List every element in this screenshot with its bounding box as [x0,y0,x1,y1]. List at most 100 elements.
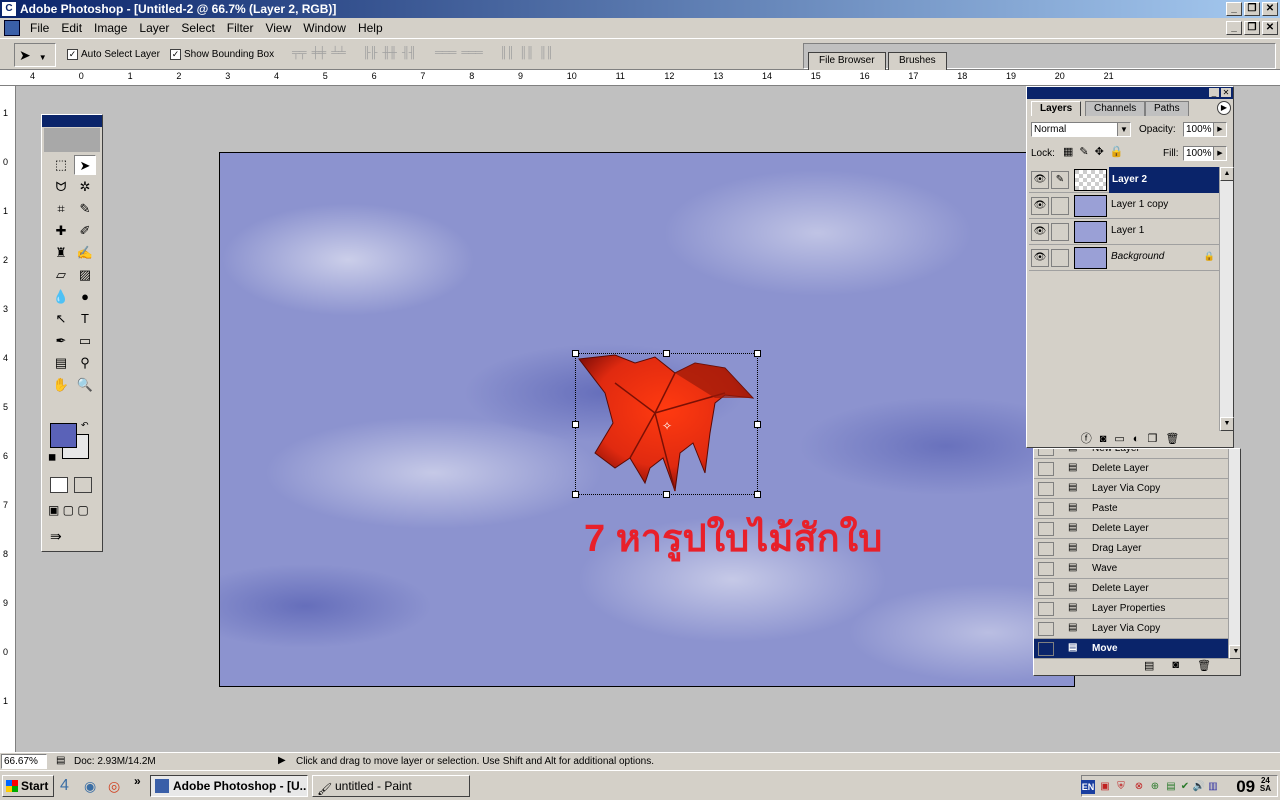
menu-file[interactable]: File [24,21,55,35]
opacity-field[interactable]: 100% ▶ [1183,122,1227,137]
lock-all-icon[interactable]: 🔒 [1110,145,1124,158]
lock-position-icon[interactable]: ✥ [1095,145,1104,158]
clone-stamp-tool-icon[interactable]: ♜ [50,243,72,263]
new-snapshot-icon[interactable]: ◙ [1172,659,1179,675]
history-snapshot-cell[interactable] [1038,482,1054,496]
menu-select[interactable]: Select [175,21,220,35]
history-snapshot-cell[interactable] [1038,562,1054,576]
visibility-eye-icon[interactable]: 👁 [1031,223,1049,241]
menu-filter[interactable]: Filter [221,21,260,35]
visibility-eye-icon[interactable]: 👁 [1031,197,1049,215]
quicklaunch-icon[interactable]: 4 [60,777,69,795]
restore-button[interactable]: ❐ [1244,2,1260,16]
history-state-row[interactable]: ▤ Move [1034,639,1228,659]
display-icon[interactable]: ▥ [1206,780,1220,794]
safe-remove-icon[interactable]: ✔ [1178,780,1192,794]
shape-tool-icon[interactable]: ▭ [74,331,96,351]
history-snapshot-cell[interactable] [1038,462,1054,476]
update-icon[interactable]: ⊕ [1148,780,1162,794]
fill-field[interactable]: 100% ▶ [1183,146,1227,161]
more-icon[interactable]: » [134,774,141,788]
new-layer-icon[interactable]: ❐ [1147,431,1157,447]
screen-mode-icons[interactable]: ▣ ▢ ▢ [48,503,89,517]
history-brush-tool-icon[interactable]: ✍ [74,243,96,263]
menu-edit[interactable]: Edit [55,21,88,35]
history-state-row[interactable]: ▤ Layer Properties [1034,599,1228,619]
history-snapshot-cell[interactable] [1038,602,1054,616]
align-right-icon[interactable]: ╢╢ [402,47,417,59]
history-snapshot-cell[interactable] [1038,642,1054,656]
quick-mask-mode-icon[interactable] [74,477,92,493]
palette-well-tab-file-browser[interactable]: File Browser [808,52,886,70]
history-state-row[interactable]: ▤ Paste [1034,499,1228,519]
handle-bottom-center[interactable] [663,491,670,498]
align-bottom-icon[interactable]: ╧╧ [331,47,346,59]
delete-layer-icon[interactable]: 🗑 [1165,431,1179,447]
marquee-tool-icon[interactable]: ⬚ [50,155,72,175]
handle-middle-right[interactable] [754,421,761,428]
type-tool-icon[interactable]: T [74,309,96,329]
distribute-vcenter-icon[interactable]: ═══ [461,47,482,59]
connection-icon[interactable]: ▤ [1164,780,1178,794]
tab-channels[interactable]: Channels [1085,101,1146,116]
layers-palette-title-bar[interactable]: _ ✕ [1027,87,1233,99]
layer-row-background[interactable]: 👁 Background 🔒 [1029,245,1219,271]
minimize-button[interactable]: _ [1226,2,1242,16]
reference-point-icon[interactable]: ✧ [662,419,672,433]
menu-help[interactable]: Help [352,21,389,35]
slice-tool-icon[interactable]: ✎ [74,199,96,219]
taskbar-button-paint[interactable]: 🖌 untitled - Paint [312,775,470,797]
history-state-row[interactable]: ▤ Delete Layer [1034,579,1228,599]
history-snapshot-cell[interactable] [1038,449,1054,456]
link-cell[interactable] [1051,249,1069,267]
align-left-icon[interactable]: ╟╟ [363,47,378,59]
new-document-from-state-icon[interactable]: ▤ [1144,659,1154,675]
zoom-level-field[interactable]: 66.67% [1,754,47,769]
blur-tool-icon[interactable]: 💧 [50,287,72,307]
scroll-down-arrow-icon[interactable]: ▼ [1220,417,1234,431]
handle-top-right[interactable] [754,350,761,357]
brush-tool-icon[interactable]: ✐ [74,221,96,241]
palette-close-button[interactable]: ✕ [1221,88,1231,97]
notes-tool-icon[interactable]: ▤ [50,353,72,373]
status-menu-arrow-icon[interactable]: ▶ [278,755,286,766]
history-state-row[interactable]: ▤ Layer Via Copy [1034,619,1228,639]
doc-size-info[interactable]: Doc: 2.93M/14.2M [74,756,156,767]
pen-tool-icon[interactable]: ✒ [50,331,72,351]
history-state-row[interactable]: ▤ Layer Via Copy [1034,479,1228,499]
blend-mode-select[interactable]: Normal ▼ [1031,122,1131,137]
distribute-right-icon[interactable]: ║║ [539,47,554,59]
distribute-left-icon[interactable]: ║║ [500,47,515,59]
doc-minimize-button[interactable]: _ [1226,21,1242,35]
new-group-icon[interactable]: ▭ [1114,431,1124,447]
add-layer-style-icon[interactable]: ⓕ [1081,431,1092,447]
menu-window[interactable]: Window [297,21,352,35]
doc-restore-button[interactable]: ❐ [1244,21,1260,35]
brush-edit-icon[interactable]: ✎ [1051,171,1069,189]
clock[interactable]: 09 24 SA [1236,777,1271,797]
path-selection-tool-icon[interactable]: ↖ [50,309,72,329]
jump-to-imageready-icon[interactable]: ⇛ [50,528,62,545]
volume-icon[interactable]: 🔊 [1192,780,1206,794]
history-state-row[interactable]: ▤ Drag Layer [1034,539,1228,559]
palette-menu-icon[interactable]: ▶ [1217,101,1231,115]
doc-close-button[interactable]: ✕ [1262,21,1278,35]
handle-middle-left[interactable] [572,421,579,428]
handle-bottom-left[interactable] [572,491,579,498]
network-icon[interactable]: ▣ [1098,780,1112,794]
layers-scrollbar[interactable]: ▲ ▼ [1219,167,1234,431]
history-state-row[interactable]: ▤ Delete Layer [1034,459,1228,479]
scroll-down-arrow-icon[interactable]: ▼ [1229,645,1240,659]
history-snapshot-cell[interactable] [1038,582,1054,596]
delete-state-icon[interactable]: 🗑 [1197,659,1211,675]
history-state-row[interactable]: ▤ New Layer [1034,449,1228,459]
palette-well-tab-brushes[interactable]: Brushes [888,52,947,70]
transform-bounding-box[interactable]: ✧ [572,350,761,498]
handle-top-center[interactable] [663,350,670,357]
photoshop-app-icon[interactable]: C [2,2,16,16]
eyedropper-tool-icon[interactable]: ⚲ [74,353,96,373]
align-hcenter-icon[interactable]: ╫╫ [382,47,397,59]
swap-colors-icon[interactable]: ↶ [81,420,89,431]
language-indicator[interactable]: EN [1081,780,1095,794]
history-state-row[interactable]: ▤ Delete Layer [1034,519,1228,539]
